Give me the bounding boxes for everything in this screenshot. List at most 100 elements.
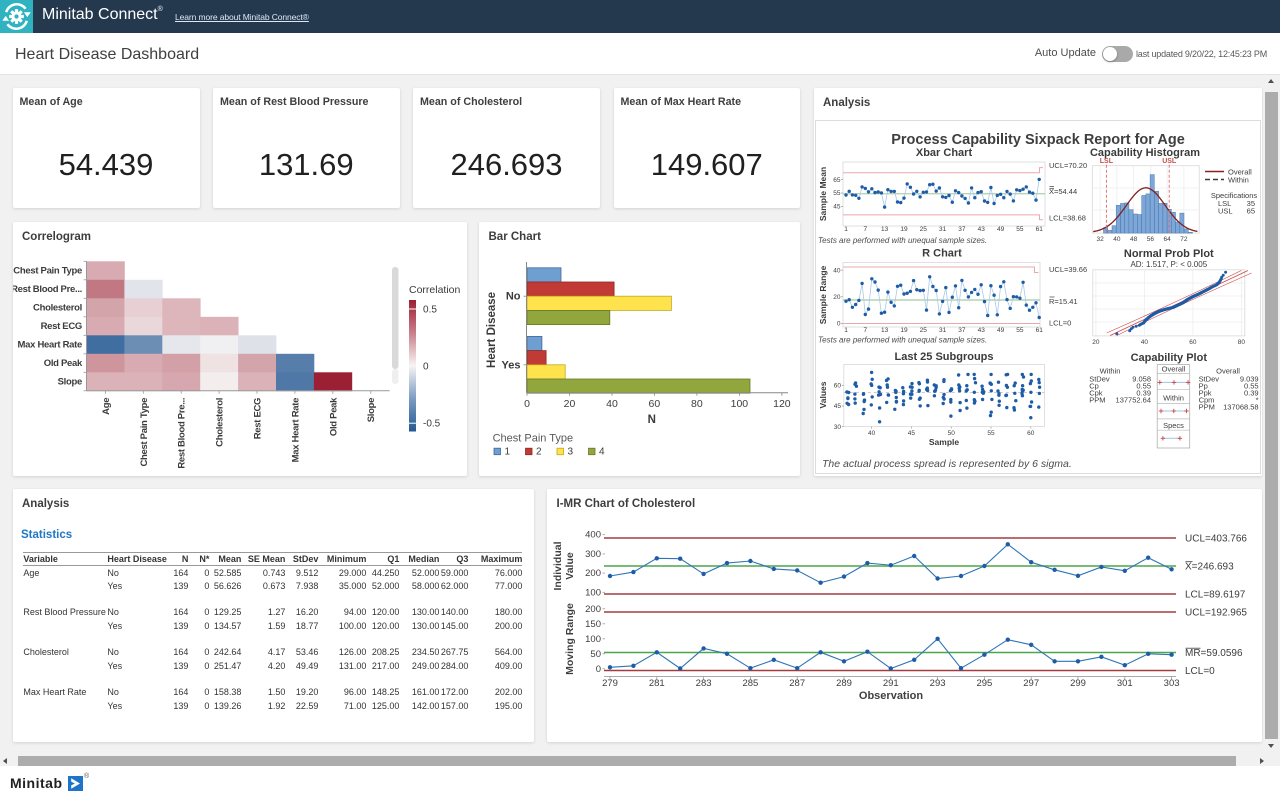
svg-text:40: 40 <box>867 430 875 437</box>
svg-text:55: 55 <box>1016 327 1024 334</box>
svg-text:40: 40 <box>1113 236 1121 243</box>
svg-text:48: 48 <box>1129 236 1137 243</box>
svg-text:Chest Pain Type: Chest Pain Type <box>13 266 82 277</box>
svg-text:49: 49 <box>996 226 1004 233</box>
svg-text:283: 283 <box>696 678 712 689</box>
svg-text:297: 297 <box>1023 678 1039 689</box>
svg-text:37: 37 <box>958 226 966 233</box>
svg-text:LCL=38.68: LCL=38.68 <box>1049 214 1086 223</box>
svg-text:40: 40 <box>606 398 618 410</box>
svg-text:UCL=39.66: UCL=39.66 <box>1049 265 1087 274</box>
svg-text:No: No <box>506 291 521 303</box>
svg-text:7: 7 <box>863 327 867 334</box>
svg-text:0.5: 0.5 <box>423 305 437 316</box>
svg-text:Individual: Individual <box>552 541 564 590</box>
svg-text:Rest ECG: Rest ECG <box>252 398 263 439</box>
svg-text:60: 60 <box>1027 430 1035 437</box>
svg-text:49: 49 <box>996 327 1004 334</box>
svg-text:60: 60 <box>649 398 661 410</box>
svg-text:72: 72 <box>1180 236 1188 243</box>
svg-text:R Chart: R Chart <box>922 248 962 260</box>
svg-text:0: 0 <box>524 398 530 410</box>
svg-text:32: 32 <box>1096 236 1104 243</box>
svg-text:UCL=403.766: UCL=403.766 <box>1185 534 1247 545</box>
svg-text:UCL=192.965: UCL=192.965 <box>1185 608 1247 619</box>
svg-text:Cholesterol: Cholesterol <box>214 398 225 447</box>
svg-text:301: 301 <box>1117 678 1133 689</box>
svg-text:31: 31 <box>938 226 946 233</box>
svg-text:MR=59.0596: MR=59.0596 <box>1185 648 1243 659</box>
svg-text:293: 293 <box>930 678 946 689</box>
svg-text:43: 43 <box>977 327 985 334</box>
svg-text:80: 80 <box>691 398 703 410</box>
svg-text:279: 279 <box>602 678 618 689</box>
svg-text:Within: Within <box>1228 176 1249 185</box>
svg-text:Max Heart Rate: Max Heart Rate <box>290 398 301 462</box>
svg-text:55: 55 <box>833 190 841 197</box>
svg-text:65: 65 <box>1246 207 1254 216</box>
svg-text:N: N <box>648 414 656 426</box>
svg-text:13: 13 <box>880 327 888 334</box>
svg-text:40: 40 <box>1140 339 1148 346</box>
svg-text:USL: USL <box>1162 158 1177 165</box>
svg-text:55: 55 <box>987 430 995 437</box>
svg-text:289: 289 <box>836 678 852 689</box>
svg-text:100: 100 <box>585 634 601 645</box>
svg-text:120: 120 <box>773 398 791 410</box>
svg-text:200: 200 <box>585 568 601 579</box>
svg-text:61: 61 <box>1035 226 1043 233</box>
svg-text:60: 60 <box>833 383 841 390</box>
svg-text:LCL=0: LCL=0 <box>1185 666 1215 677</box>
svg-text:Heart Disease: Heart Disease <box>486 292 498 368</box>
svg-text:Yes: Yes <box>502 359 521 371</box>
svg-text:USL: USL <box>1218 207 1233 216</box>
svg-text:Moving Range: Moving Range <box>564 603 576 675</box>
svg-text:1: 1 <box>505 447 511 458</box>
svg-text:7: 7 <box>863 226 867 233</box>
svg-text:2: 2 <box>536 447 542 458</box>
svg-text:80: 80 <box>1237 339 1245 346</box>
svg-text:45: 45 <box>833 403 841 410</box>
svg-text:-0.5: -0.5 <box>423 419 441 430</box>
svg-text:37: 37 <box>958 327 966 334</box>
svg-text:200: 200 <box>585 604 601 615</box>
svg-text:303: 303 <box>1164 678 1180 689</box>
svg-text:Normal Prob Plot: Normal Prob Plot <box>1123 248 1213 260</box>
svg-text:Old Peak: Old Peak <box>328 397 339 436</box>
svg-text:65: 65 <box>833 177 841 184</box>
svg-text:60: 60 <box>1189 339 1197 346</box>
svg-text:AD: 1.517, P: < 0.005: AD: 1.517, P: < 0.005 <box>1130 260 1207 269</box>
svg-text:Overall: Overall <box>1216 367 1240 376</box>
svg-text:45: 45 <box>907 430 915 437</box>
svg-text:150: 150 <box>585 619 601 630</box>
svg-text:Sample Range: Sample Range <box>818 265 828 324</box>
svg-text:100: 100 <box>731 398 749 410</box>
svg-text:50: 50 <box>590 649 601 660</box>
svg-text:UCL=70.20: UCL=70.20 <box>1049 161 1087 170</box>
svg-text:R=15.41: R=15.41 <box>1049 297 1078 306</box>
svg-text:3: 3 <box>568 447 574 458</box>
svg-text:0: 0 <box>836 321 840 328</box>
svg-text:Age: Age <box>100 398 111 415</box>
svg-text:30: 30 <box>833 424 841 431</box>
svg-text:55: 55 <box>1016 226 1024 233</box>
svg-text:13: 13 <box>880 226 888 233</box>
svg-text:Within: Within <box>1163 394 1184 403</box>
svg-text:295: 295 <box>976 678 992 689</box>
svg-text:Sample Mean: Sample Mean <box>818 167 828 221</box>
svg-text:20: 20 <box>833 294 841 301</box>
svg-text:1: 1 <box>844 327 848 334</box>
svg-text:Sample: Sample <box>928 437 959 447</box>
svg-text:Slope: Slope <box>366 398 377 422</box>
svg-text:25: 25 <box>919 327 927 334</box>
svg-text:Cholesterol: Cholesterol <box>33 303 82 314</box>
svg-text:400: 400 <box>585 530 601 541</box>
svg-text:Slope: Slope <box>57 377 81 388</box>
svg-text:Overall: Overall <box>1161 365 1185 374</box>
svg-text:19: 19 <box>900 327 908 334</box>
svg-text:Correlation: Correlation <box>409 284 461 296</box>
svg-text:LSL: LSL <box>1099 158 1113 165</box>
svg-text:Old Peak: Old Peak <box>43 358 82 369</box>
svg-text:50: 50 <box>947 430 955 437</box>
svg-text:PPM: PPM <box>1089 396 1105 405</box>
